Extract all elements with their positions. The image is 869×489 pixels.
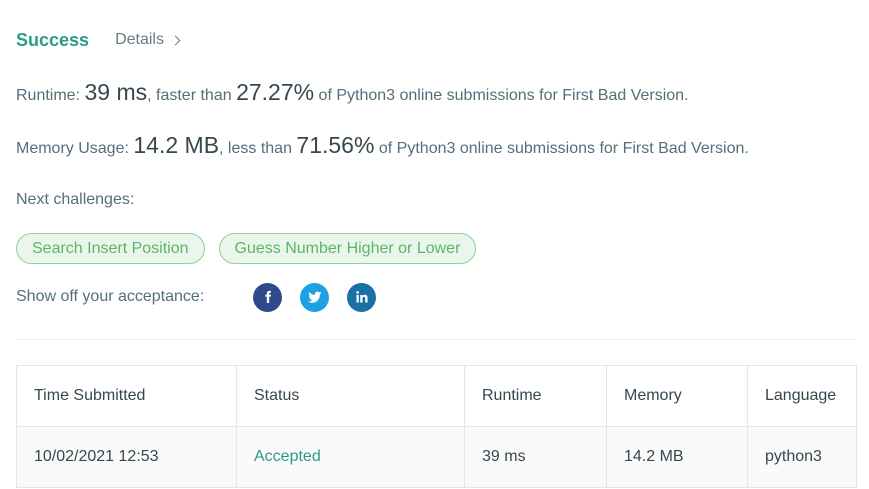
memory-percent: 71.56%: [296, 132, 375, 158]
cell-memory: 14.2 MB: [606, 426, 748, 488]
cell-language: python3: [747, 426, 857, 488]
twitter-share-button[interactable]: [300, 282, 329, 312]
linkedin-icon: [355, 291, 368, 303]
memory-label: Memory Usage:: [16, 140, 129, 157]
table-row: 10/02/2021 12:53 Accepted 39 ms 14.2 MB …: [16, 426, 857, 488]
challenge-guess-number-higher-or-lower[interactable]: Guess Number Higher or Lower: [218, 233, 477, 264]
memory-value: 14.2 MB: [133, 132, 220, 158]
column-header-status: Status: [236, 365, 465, 427]
table-header-row: Time Submitted Status Runtime Memory Lan…: [16, 365, 857, 427]
runtime-comparison: , faster than: [147, 87, 232, 104]
column-header-time-submitted: Time Submitted: [16, 365, 237, 427]
memory-suffix: of Python3 online submissions for First …: [378, 140, 749, 157]
next-challenges-label: Next challenges:: [16, 191, 135, 208]
share-label: Show off your acceptance:: [16, 288, 205, 305]
facebook-icon: [264, 290, 271, 303]
facebook-share-button[interactable]: [253, 282, 282, 312]
success-status: Success: [16, 29, 90, 50]
result-header: Success Details: [16, 28, 181, 52]
section-divider: [16, 339, 856, 340]
share-row: Show off your acceptance:: [16, 282, 394, 312]
memory-comparison: , less than: [219, 140, 292, 157]
runtime-percent: 27.27%: [236, 79, 315, 105]
chevron-right-icon: [170, 35, 181, 46]
submissions-table: Time Submitted Status Runtime Memory Lan…: [16, 365, 857, 488]
memory-stat: Memory Usage: 14.2 MB, less than 71.56% …: [16, 132, 749, 159]
runtime-suffix: of Python3 online submissions for First …: [318, 87, 689, 104]
column-header-runtime: Runtime: [464, 365, 607, 427]
twitter-icon: [307, 291, 322, 303]
runtime-stat: Runtime: 39 ms, faster than 27.27% of Py…: [16, 79, 689, 106]
details-link[interactable]: Details: [115, 31, 181, 49]
column-header-memory: Memory: [606, 365, 748, 427]
details-label: Details: [115, 31, 164, 48]
runtime-label: Runtime:: [16, 87, 81, 104]
runtime-value: 39 ms: [84, 79, 148, 105]
cell-status-link[interactable]: Accepted: [236, 426, 465, 488]
cell-runtime: 39 ms: [464, 426, 607, 488]
next-challenges-list: Search Insert Position Guess Number High…: [16, 233, 477, 264]
challenge-search-insert-position[interactable]: Search Insert Position: [16, 233, 205, 264]
linkedin-share-button[interactable]: [347, 282, 376, 312]
cell-time-submitted: 10/02/2021 12:53: [16, 426, 237, 488]
column-header-language: Language: [747, 365, 857, 427]
